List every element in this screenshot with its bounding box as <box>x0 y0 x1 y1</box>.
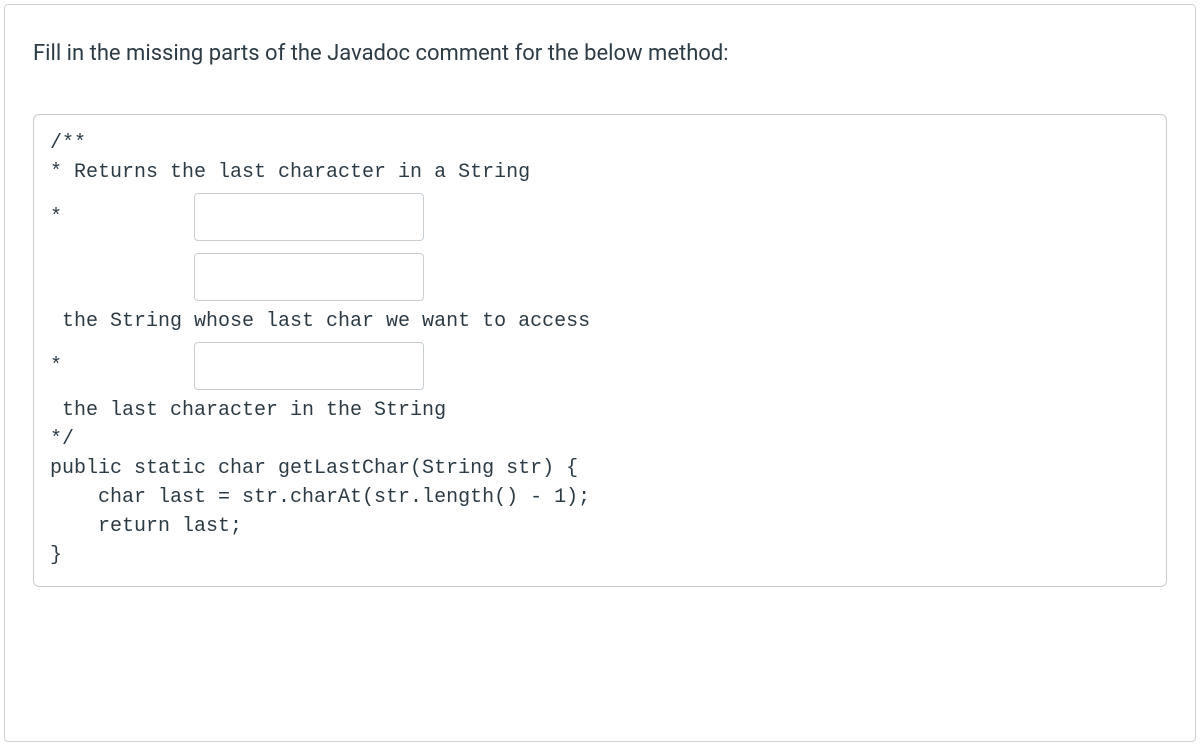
code-text: * <box>50 352 62 381</box>
code-line: public static char getLastChar(String st… <box>50 454 1150 483</box>
spacer <box>50 263 194 292</box>
code-text: return last; <box>50 512 242 541</box>
code-line-with-blank: * <box>50 187 1150 247</box>
code-text: the String whose last char we want to ac… <box>50 307 590 336</box>
blank-input-2[interactable] <box>194 253 424 301</box>
code-line: } <box>50 541 1150 570</box>
code-line-with-blank <box>50 247 1150 307</box>
code-text: char last = str.charAt(str.length() - 1)… <box>50 483 590 512</box>
code-text: the last character in the String <box>50 396 446 425</box>
spacer <box>62 203 194 232</box>
code-text: * Returns the last character in a String <box>50 158 530 187</box>
code-line: * Returns the last character in a String <box>50 158 1150 187</box>
code-text: } <box>50 541 62 570</box>
code-text: */ <box>50 425 74 454</box>
question-container: Fill in the missing parts of the Javadoc… <box>4 4 1196 742</box>
code-line: the String whose last char we want to ac… <box>50 307 1150 336</box>
code-line: return last; <box>50 512 1150 541</box>
code-block: /** * Returns the last character in a St… <box>33 114 1167 587</box>
code-text: /** <box>50 129 86 158</box>
spacer <box>62 352 194 381</box>
code-line-with-blank: * <box>50 336 1150 396</box>
code-text: * <box>50 203 62 232</box>
code-line: char last = str.charAt(str.length() - 1)… <box>50 483 1150 512</box>
blank-input-3[interactable] <box>194 342 424 390</box>
question-area: Fill in the missing parts of the Javadoc… <box>5 5 1195 607</box>
code-text: public static char getLastChar(String st… <box>50 454 578 483</box>
code-line: the last character in the String <box>50 396 1150 425</box>
instruction-text: Fill in the missing parts of the Javadoc… <box>33 41 1167 66</box>
blank-input-1[interactable] <box>194 193 424 241</box>
code-line: */ <box>50 425 1150 454</box>
code-line: /** <box>50 129 1150 158</box>
